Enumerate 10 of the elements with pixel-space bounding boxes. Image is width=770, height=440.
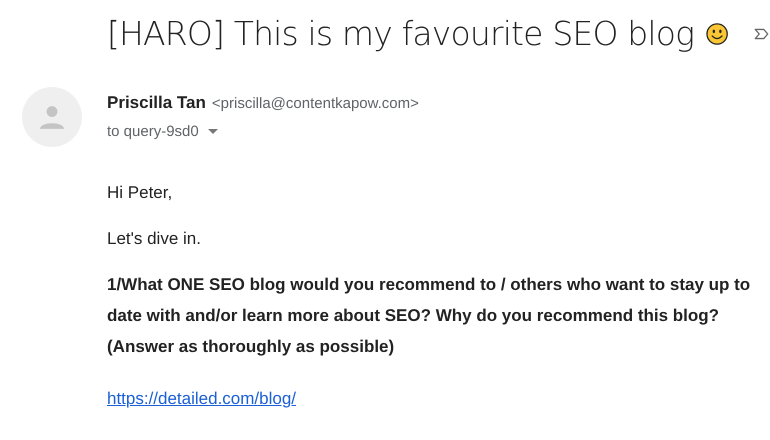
paragraph: Hi Peter, <box>107 182 174 204</box>
blog-link[interactable]: https://detailed.com/blog/ <box>107 383 296 414</box>
dropdown-icon[interactable] <box>206 128 219 136</box>
sender-email: <priscilla@contentkapow.com> <box>212 94 419 114</box>
person-icon <box>39 104 65 130</box>
paragraph: Let's dive in. <box>107 228 202 250</box>
email-subject: [HARO] This is my favourite SEO blog <box>107 13 694 56</box>
question-paragraph: 1/What ONE SEO blog would you recommend to / others who want to stay up to date with and/or learn more about SEO? Why do you recommend this blog? (Answer as thoroughly as possible) <box>107 274 752 358</box>
sender-name: Priscilla Tan <box>107 92 206 114</box>
recipient-text: to query-9sd0 <box>107 122 199 142</box>
